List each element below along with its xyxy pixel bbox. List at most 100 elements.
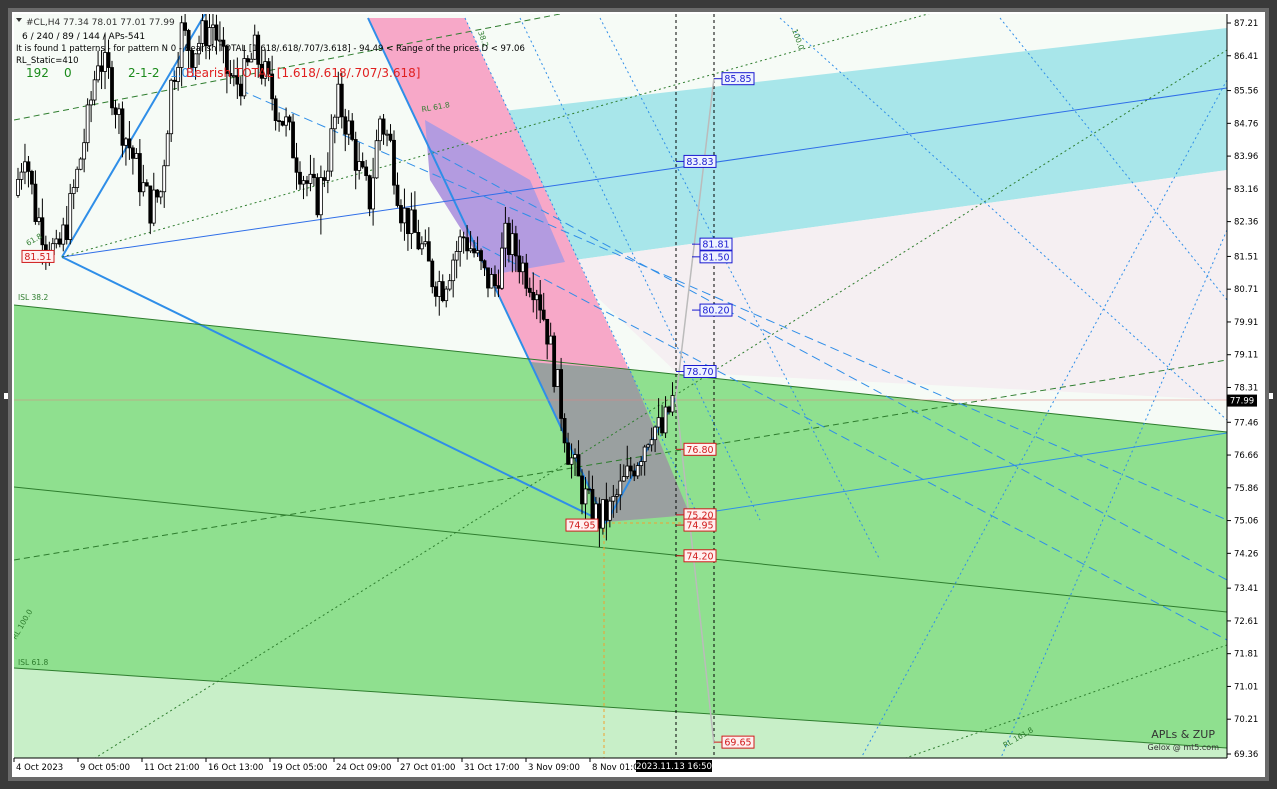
- candle-body: [277, 120, 282, 123]
- y-tick-label: 80.71: [1234, 285, 1258, 295]
- candle: [280, 120, 285, 127]
- candle-body: [151, 189, 156, 224]
- candle-body: [96, 65, 100, 81]
- y-tick-label: 84.76: [1234, 119, 1258, 129]
- candle-body: [635, 465, 640, 477]
- candle-body: [378, 118, 382, 142]
- pattern-title: Bearish TOTAL [1.618/.618/.707/3.618]: [186, 66, 420, 80]
- candle-body: [510, 233, 515, 255]
- candle-body: [506, 222, 511, 255]
- candle-body: [357, 161, 362, 171]
- candle-body: [395, 184, 400, 206]
- stat-c: 2-1-2: [128, 66, 160, 80]
- candle-body: [54, 238, 59, 245]
- candle-body: [628, 465, 633, 472]
- y-tick-label: 73.41: [1234, 584, 1258, 594]
- candle-body: [120, 108, 125, 146]
- level-label: ISL 38.2: [18, 293, 48, 302]
- candle-body: [555, 369, 560, 387]
- candle: [169, 78, 174, 142]
- candle-body: [392, 139, 396, 186]
- candle-body: [590, 488, 595, 524]
- y-tick-label: 79.11: [1234, 351, 1258, 361]
- candle-body: [61, 224, 66, 245]
- candle-body: [117, 108, 121, 115]
- candle-body: [451, 259, 456, 282]
- candle-body: [218, 39, 222, 42]
- candle-body: [545, 318, 550, 345]
- y-tick-label: 79.91: [1234, 318, 1258, 328]
- candle-body: [663, 406, 668, 434]
- y-tick-label: 72.61: [1234, 617, 1258, 627]
- y-tick-label: 74.26: [1234, 549, 1258, 559]
- candle-body: [169, 79, 174, 135]
- candle-body: [308, 173, 313, 184]
- candle-body: [534, 294, 539, 301]
- candle-body: [541, 309, 546, 320]
- price-label-text: 76.80: [686, 445, 713, 456]
- candle-body: [621, 476, 626, 482]
- candle-body: [92, 79, 97, 101]
- candle-body: [412, 209, 417, 233]
- candle-body: [513, 233, 518, 257]
- candle-body: [30, 170, 34, 185]
- candle: [315, 173, 320, 218]
- candle-body: [124, 138, 128, 146]
- candle-body: [200, 20, 205, 44]
- candle-body: [353, 139, 358, 171]
- price-label-text: 81.50: [702, 252, 729, 263]
- candle-body: [475, 250, 480, 254]
- candle-body: [496, 285, 501, 289]
- y-tick-label: 71.01: [1234, 682, 1258, 692]
- candle-body: [430, 260, 435, 288]
- header-line2: 6 / 240 / 89 / 144 / APs-541: [22, 32, 145, 42]
- candle-body: [315, 177, 320, 216]
- last-price-label: 77.99: [1230, 397, 1254, 407]
- candle-body: [625, 465, 630, 477]
- x-tick-label: 19 Oct 05:00: [272, 763, 327, 773]
- candle-body: [632, 470, 637, 477]
- candle-body: [305, 180, 309, 184]
- candle-body: [402, 207, 407, 224]
- candle-body: [548, 335, 553, 345]
- candle-body: [489, 274, 494, 289]
- candle-body: [301, 180, 306, 185]
- candle-body: [500, 247, 504, 289]
- candle-body: [360, 161, 365, 168]
- candle-body: [468, 248, 473, 252]
- candle: [110, 60, 114, 116]
- candle-body: [318, 177, 323, 216]
- y-tick-label: 77.46: [1234, 418, 1258, 428]
- candle-body: [110, 67, 114, 109]
- candle-body: [583, 488, 588, 505]
- candle-body: [465, 237, 470, 252]
- y-tick-label: 69.36: [1234, 750, 1258, 760]
- candle-body: [346, 120, 351, 135]
- candle-body: [172, 79, 177, 82]
- candle-body: [527, 287, 532, 293]
- candle-body: [350, 120, 355, 140]
- candle-body: [33, 183, 38, 222]
- candle-body: [183, 22, 188, 31]
- price-label-text: 83.83: [686, 157, 713, 168]
- right-edge-marker: [1269, 393, 1273, 399]
- stat-b: 0: [64, 66, 72, 80]
- candle: [555, 369, 560, 388]
- candle-body: [670, 395, 675, 413]
- x-tick-label: 9 Oct 05:00: [80, 763, 130, 773]
- candle-body: [406, 207, 410, 235]
- candle-body: [16, 178, 20, 196]
- candle-body: [211, 24, 215, 28]
- candle-body: [298, 171, 302, 185]
- candle-body: [399, 205, 403, 224]
- price-label-text: 85.85: [724, 74, 751, 85]
- candle-body: [245, 58, 250, 63]
- candle-body: [332, 116, 337, 130]
- candle-body: [440, 281, 445, 302]
- level-label: ISL 61.8: [18, 658, 48, 667]
- candle-body: [580, 475, 584, 505]
- candle-body: [238, 83, 243, 97]
- y-tick-label: 86.41: [1234, 52, 1258, 62]
- candle-body: [552, 335, 557, 387]
- candle-body: [343, 116, 348, 135]
